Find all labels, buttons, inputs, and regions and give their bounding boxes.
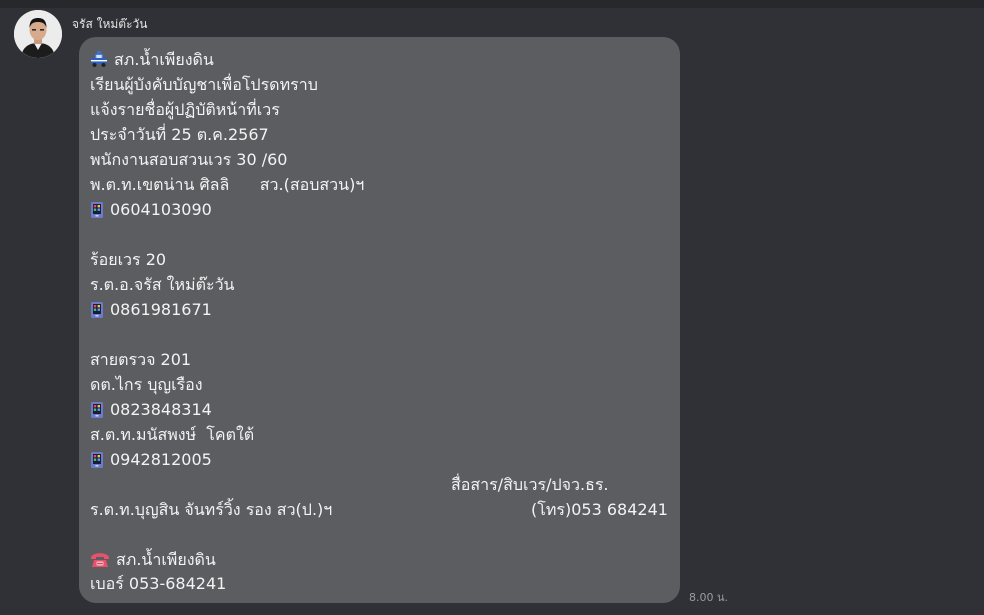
message-line: พ.ต.ท.เขตน่าน ศิลลิ สว.(สอบสวน)ฯ <box>90 175 365 194</box>
mobile-phone-icon <box>91 452 103 468</box>
message-bubble[interactable]: สภ.น้ำเพียงดิน เรียนผู้บังคับบัญชาเพื่อโ… <box>79 37 680 603</box>
station-name: สภ.น้ำเพียงดิน <box>116 550 216 569</box>
footer-number[interactable]: เบอร์ 053-684241 <box>90 574 226 594</box>
mobile-phone-icon <box>91 202 103 218</box>
station-name: สภ.น้ำเพียงดิน <box>114 50 214 69</box>
section-title: ร้อยเวร 20 <box>90 250 167 269</box>
top-bar <box>0 0 984 8</box>
officer-name: ส.ต.ท.มนัสพงษ์ โคตใต้ <box>90 425 255 444</box>
phone-line: 0861981671 <box>90 300 212 320</box>
police-car-icon <box>91 51 107 67</box>
mobile-phone-icon <box>91 402 103 418</box>
phone-number[interactable]: 0942812005 <box>110 450 212 469</box>
officer-name: ร.ต.อ.จรัส ใหม่ต๊ะวัน <box>90 275 235 294</box>
phone-line: 0942812005 <box>90 450 212 470</box>
message-line: ประจำวันที่ 25 ต.ค.2567 <box>90 125 269 144</box>
phone-number[interactable]: (โทร)053 684241 <box>531 500 668 520</box>
sender-name[interactable]: จรัส ใหม่ต๊ะวัน <box>72 15 147 34</box>
telephone-icon <box>91 553 109 567</box>
message-line: เรียนผู้บังคับบัญชาเพื่อโปรดทราบ <box>90 75 318 94</box>
comm-label: สื่อสาร/สิบเวร/ปจว.ธร. <box>451 475 609 494</box>
section-title: สายตรวจ 201 <box>90 350 192 369</box>
footer-station: สภ.น้ำเพียงดิน <box>90 550 216 570</box>
avatar[interactable] <box>14 10 62 58</box>
person-avatar-icon <box>14 10 62 58</box>
phone-line: 0823848314 <box>90 400 212 420</box>
mobile-phone-icon <box>91 302 103 318</box>
message-timestamp: 8.00 น. <box>689 591 729 604</box>
message-header: สภ.น้ำเพียงดิน <box>90 50 214 70</box>
message-line: พนักงานสอบสวนเวร 30 /60 <box>90 150 288 169</box>
phone-line: 0604103090 <box>90 200 212 220</box>
phone-number[interactable]: 0823848314 <box>110 400 212 419</box>
message-line: แจ้งรายชื่อผู้ปฏิบัติหน้าที่เวร <box>90 100 280 119</box>
phone-number[interactable]: 0604103090 <box>110 200 212 219</box>
phone-number[interactable]: 0861981671 <box>110 300 212 319</box>
officer-name: ดต.ไกร บุญเรือง <box>90 375 203 394</box>
officer-name: ร.ต.ท.บุญสิน จันทร์วิ้ง รอง สว(ป.)ฯ <box>90 500 333 519</box>
